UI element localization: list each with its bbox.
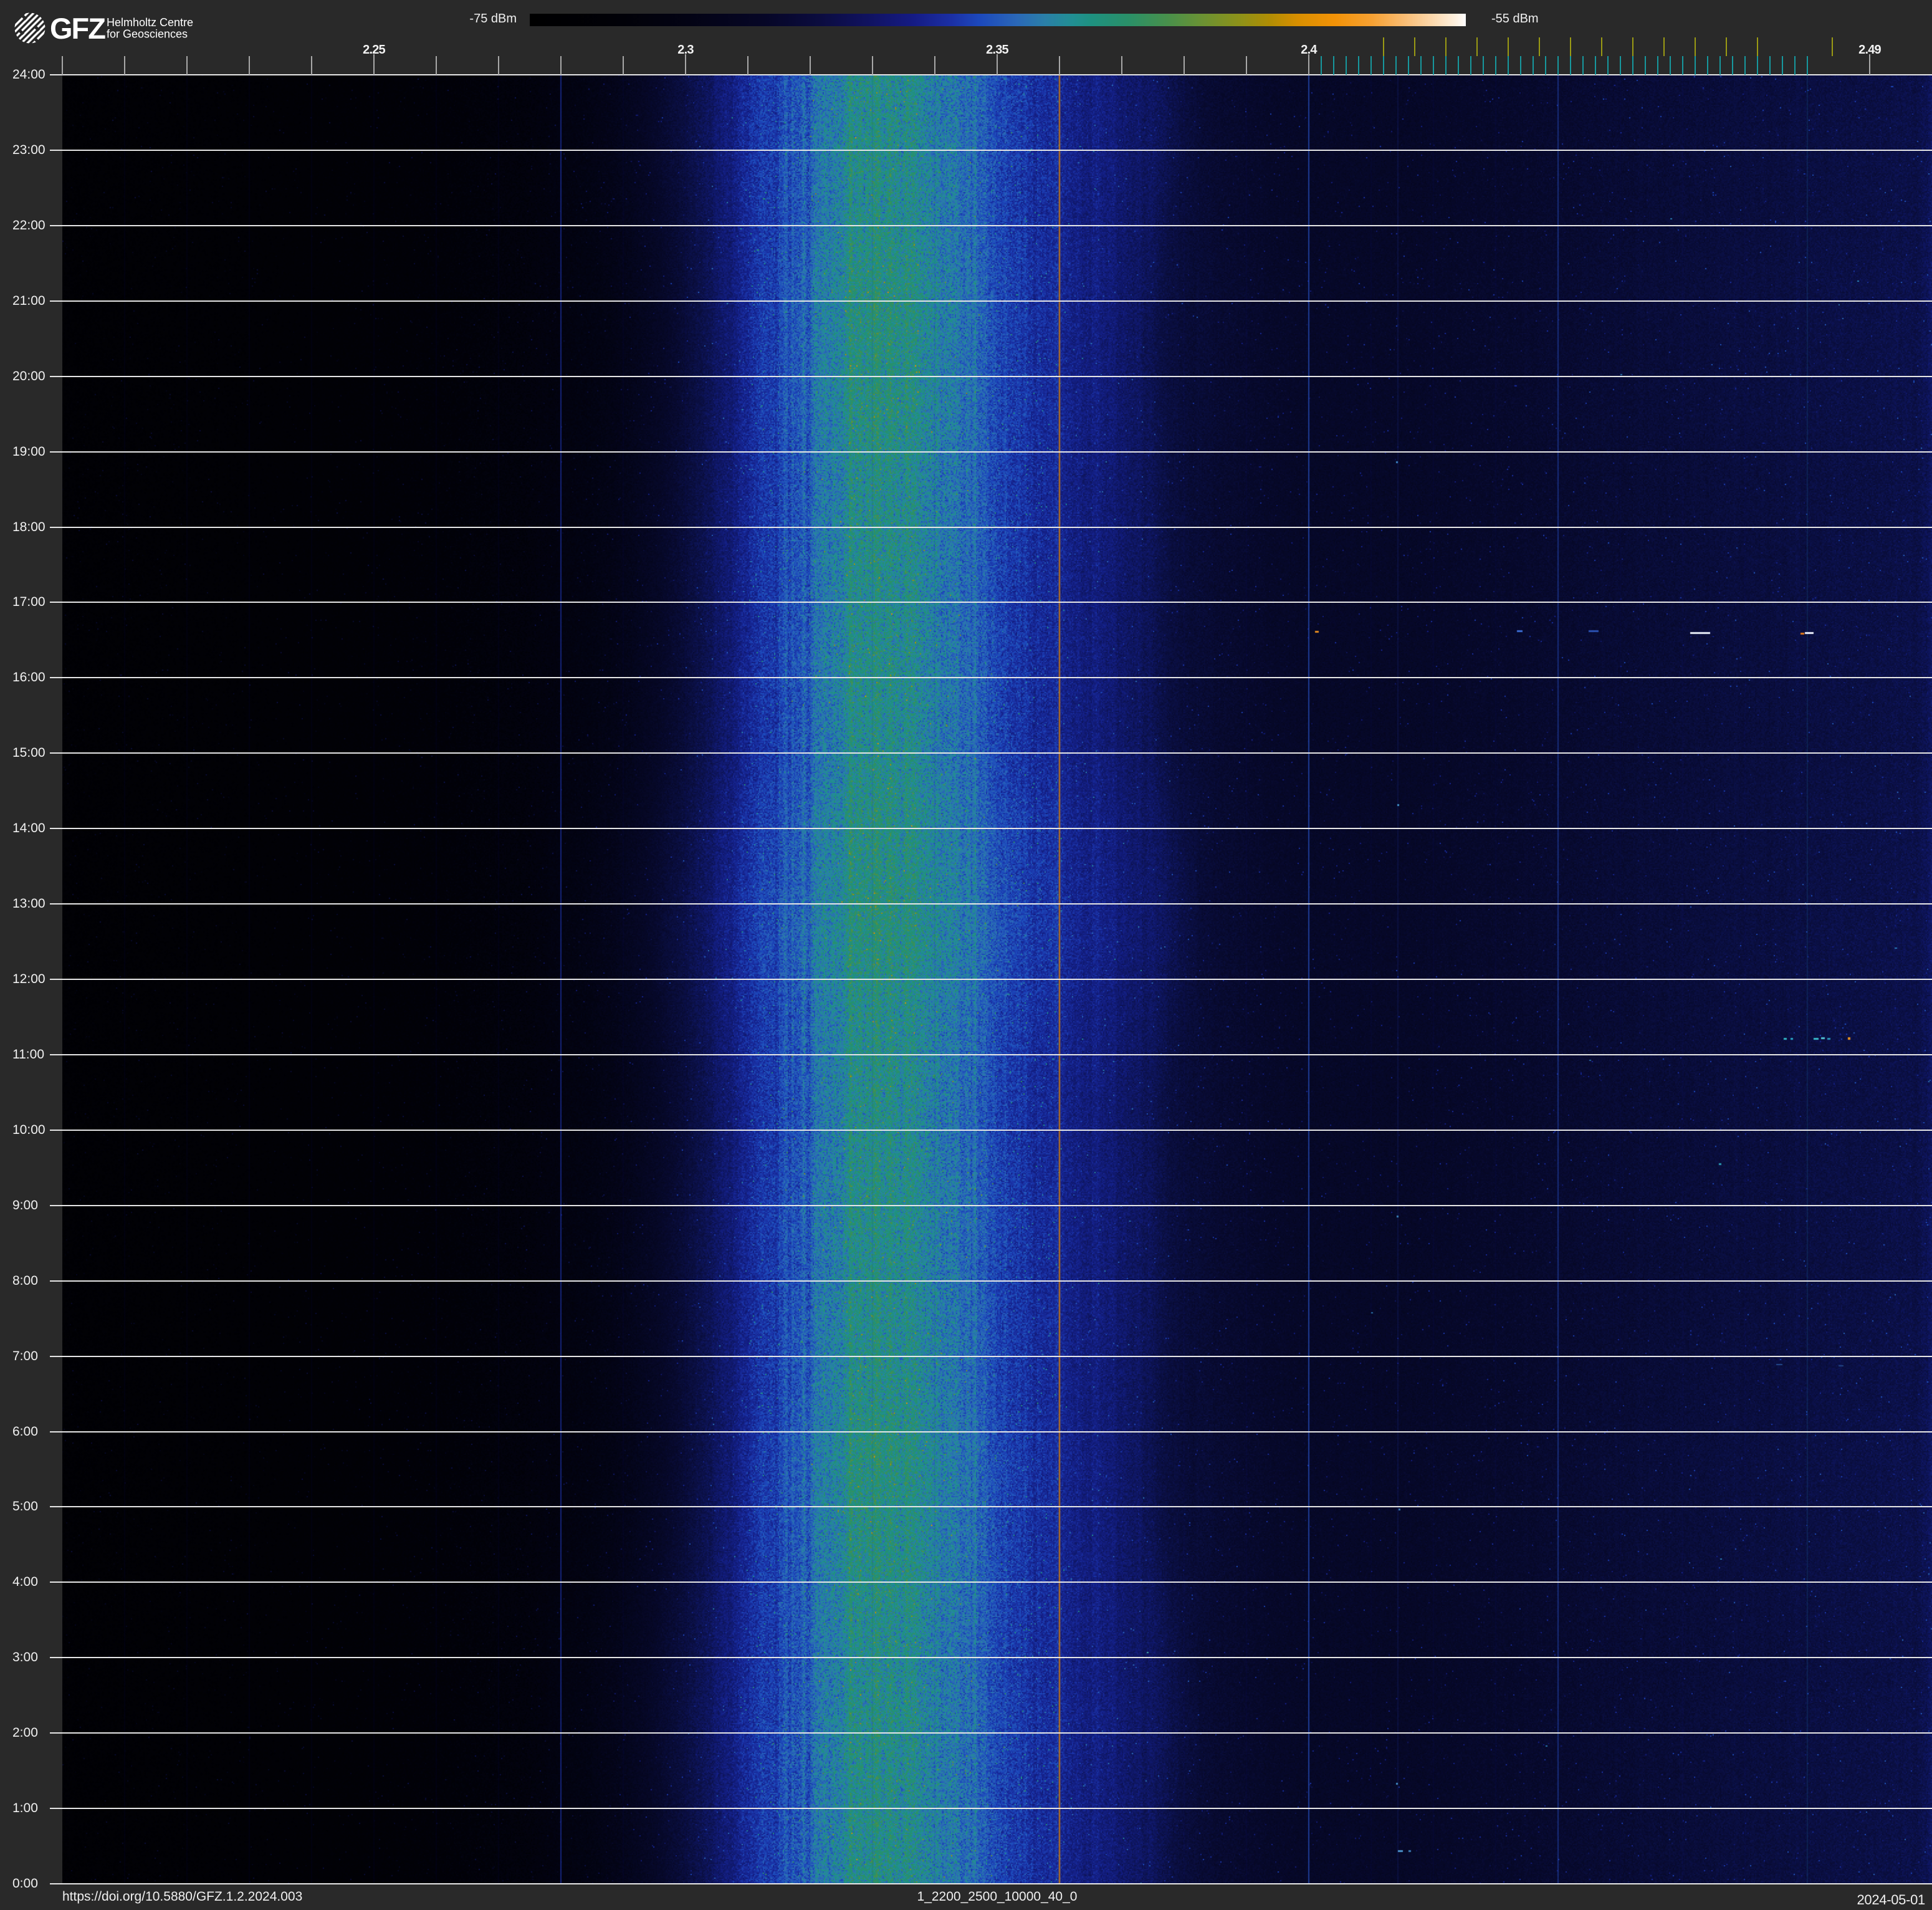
svg-text:for Geosciences: for Geosciences	[107, 28, 188, 41]
svg-text:GFZ: GFZ	[50, 12, 105, 45]
svg-text:Helmholtz Centre: Helmholtz Centre	[107, 16, 193, 29]
